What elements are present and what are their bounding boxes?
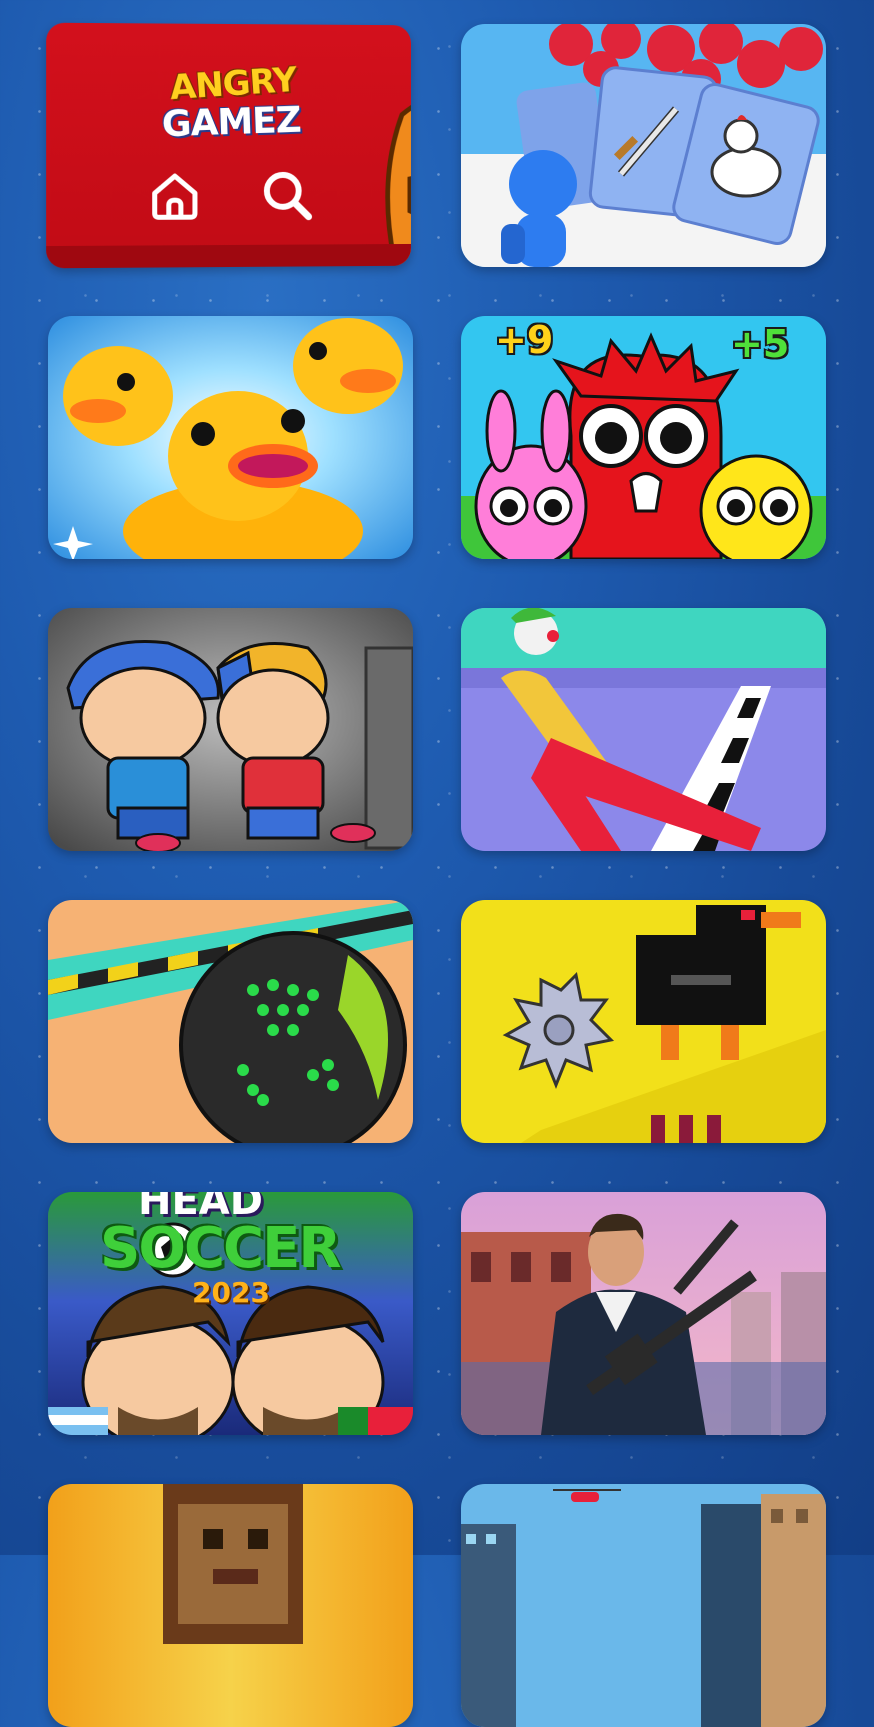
score-badge-right: +5 xyxy=(731,322,790,366)
pixel-block-thumbnail xyxy=(48,1484,413,1727)
saw-bird-thumbnail xyxy=(461,900,826,1143)
game-card-saw-bird[interactable] xyxy=(461,900,826,1143)
game-grid: ANGRY GAMEZ +9 +5 HEAD SOCCER 2023 xyxy=(46,22,826,1727)
search-button[interactable] xyxy=(256,164,318,226)
game-card-kids-fight[interactable] xyxy=(48,608,413,851)
game-card-pixel-block[interactable] xyxy=(48,1484,413,1727)
game-card-sprunki[interactable]: +9 +5 xyxy=(461,316,826,559)
home-icon xyxy=(151,173,198,220)
game-card-ducks[interactable] xyxy=(48,316,413,559)
ducks-thumbnail xyxy=(48,316,413,559)
clown-run-thumbnail xyxy=(461,608,826,851)
game-card-ball-roll[interactable] xyxy=(48,900,413,1143)
head-soccer-title-year: 2023 xyxy=(192,1276,270,1309)
head-soccer-title-soccer: SOCCER xyxy=(100,1216,342,1281)
game-card-head-soccer[interactable]: HEAD SOCCER 2023 xyxy=(48,1192,413,1435)
kids-fight-thumbnail xyxy=(48,608,413,851)
score-badge-left: +9 xyxy=(495,318,554,362)
ball-roll-thumbnail xyxy=(48,900,413,1143)
home-button[interactable] xyxy=(144,164,206,226)
game-card-gta[interactable] xyxy=(461,1192,826,1435)
game-card-army-run[interactable] xyxy=(461,24,826,267)
search-icon xyxy=(259,167,315,223)
game-card-city-heli[interactable] xyxy=(461,1484,826,1727)
gta-thumbnail xyxy=(461,1192,826,1435)
army-run-thumbnail xyxy=(461,24,826,267)
city-heli-thumbnail xyxy=(461,1484,826,1727)
game-card-clown-run[interactable] xyxy=(461,608,826,851)
site-header-logo[interactable]: ANGRY GAMEZ xyxy=(46,22,411,269)
